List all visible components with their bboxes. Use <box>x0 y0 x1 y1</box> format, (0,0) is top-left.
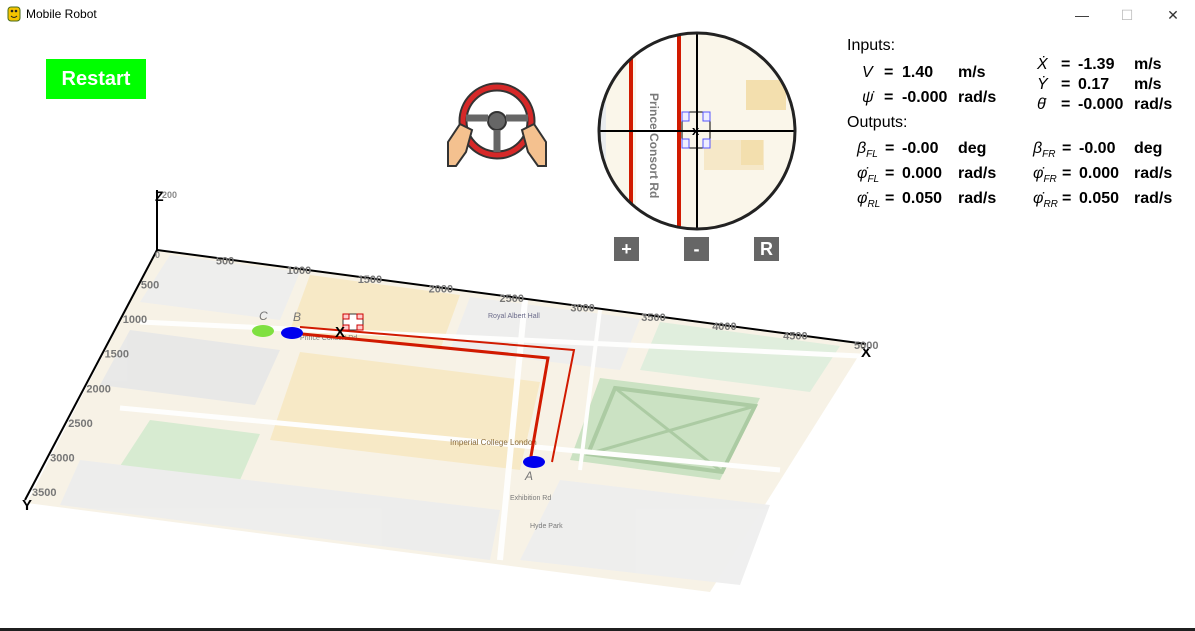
state-x-dot-value: -1.39 <box>1078 56 1115 73</box>
output-beta-fr-value: -0.00 <box>1079 140 1116 157</box>
waypoint-a-label: A <box>524 469 533 483</box>
x-tick-label: 1000 <box>287 265 311 277</box>
restart-button[interactable]: Restart <box>46 59 146 99</box>
y-tick-label: 1000 <box>123 314 147 326</box>
origin-tick-label: 0 <box>155 250 160 260</box>
x-tick-label: 3500 <box>641 312 665 324</box>
z-tick-label: 200 <box>162 190 177 200</box>
close-button[interactable]: ✕ <box>1150 0 1195 30</box>
output-phi-rr-value: 0.050 <box>1079 190 1120 207</box>
maximize-button[interactable]: ☐ <box>1104 0 1150 30</box>
output-phi-fl-value: 0.000 <box>902 165 943 182</box>
maximize-icon: ☐ <box>1120 6 1134 23</box>
waypoint-b-label: B <box>293 310 301 324</box>
outputs-heading: Outputs: <box>847 114 908 131</box>
map-label-exhibition: Exhibition Rd <box>510 495 551 502</box>
robot-model <box>342 313 364 331</box>
y-tick-label: 1500 <box>105 349 129 361</box>
python-app-icon <box>7 6 21 22</box>
inputs-heading: Inputs: <box>847 37 896 54</box>
map-label-albert-hall: Royal Albert Hall <box>488 313 540 320</box>
input-v-value: 1.40 <box>902 64 934 81</box>
waypoint-c-label: C <box>259 309 268 323</box>
robot-marker-label: X <box>335 324 345 341</box>
waypoint-c <box>252 325 274 337</box>
map-3d-plot[interactable]: Imperial College London Royal Albert Hal… <box>0 180 880 600</box>
y-tick-label: 2500 <box>68 418 92 430</box>
x-tick-label: 2500 <box>500 293 524 305</box>
map-label-imperial: Imperial College London <box>450 438 537 447</box>
x-tick-label: 3000 <box>570 302 594 314</box>
window-title: Mobile Robot <box>26 7 97 21</box>
x-tick-label: 2000 <box>429 284 453 296</box>
waypoint-b <box>281 327 303 339</box>
x-tick-label: 4500 <box>783 331 807 343</box>
waypoint-a <box>523 456 545 468</box>
title-bar: Mobile Robot — ☐ ✕ <box>0 0 1195 31</box>
map-label-hyde-park: Hyde Park <box>530 523 563 530</box>
x-tick-label: 1500 <box>358 274 382 286</box>
x-tick-label: 4000 <box>712 321 736 333</box>
minimize-button[interactable]: — <box>1059 0 1105 30</box>
x-tick-label: 5000 <box>854 340 878 352</box>
y-tick-label: 2000 <box>86 383 110 395</box>
minimap-robot-marker: x <box>692 123 700 138</box>
input-psi-dot-value: -0.000 <box>902 89 948 106</box>
output-phi-rl-value: 0.050 <box>902 190 943 207</box>
output-beta-fl-value: -0.00 <box>902 140 939 157</box>
y-tick-label: 3500 <box>32 487 56 499</box>
minimize-icon: — <box>1075 7 1089 23</box>
close-icon: ✕ <box>1167 6 1179 23</box>
x-tick-label: 500 <box>216 255 234 267</box>
state-theta-dot-value: -0.000 <box>1078 96 1124 113</box>
y-axis-label: Y <box>22 497 32 514</box>
y-tick-label: 500 <box>141 280 159 292</box>
output-phi-fr-value: 0.000 <box>1079 165 1120 182</box>
steering-wheel-icon <box>447 82 547 167</box>
state-y-dot-value: 0.17 <box>1078 76 1110 93</box>
y-tick-label: 3000 <box>50 452 74 464</box>
